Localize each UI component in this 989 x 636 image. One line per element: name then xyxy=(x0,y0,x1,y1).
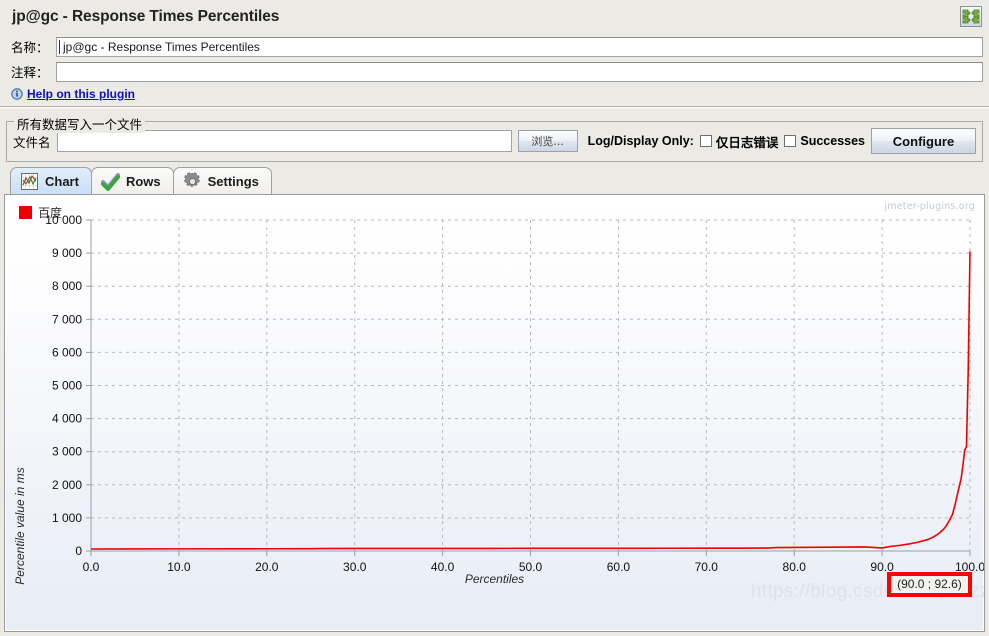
name-input-value: jp@gc - Response Times Percentiles xyxy=(63,39,260,54)
svg-text:3 000: 3 000 xyxy=(52,445,82,459)
svg-text:1 000: 1 000 xyxy=(52,511,82,525)
identification-form: 名称： jp@gc - Response Times Percentiles 注… xyxy=(0,34,989,103)
write-all-data-group: 所有数据写入一个文件 文件名 浏览... Log/Display Only: 仅… xyxy=(6,114,983,162)
text-caret xyxy=(59,39,60,54)
successes-checkbox-wrap[interactable]: Successes xyxy=(784,134,865,148)
filename-input[interactable] xyxy=(56,130,512,152)
percentiles-plot: 0 1 000 2 000 3 000 4 000 5 000 6 000 7 000 8 00… xyxy=(45,213,984,574)
comment-input[interactable] xyxy=(56,61,983,82)
errors-checkbox[interactable] xyxy=(699,135,712,147)
y-axis-title: Percentile value in ms xyxy=(13,467,27,585)
name-row: 名称： jp@gc - Response Times Percentiles xyxy=(6,34,983,59)
filename-label: 文件名 xyxy=(13,134,51,150)
svg-text:8 000: 8 000 xyxy=(52,279,82,293)
successes-checkbox[interactable] xyxy=(784,135,797,147)
tab-rows-label: Rows xyxy=(125,173,161,189)
svg-text:2 000: 2 000 xyxy=(52,478,82,492)
plugin-window: jp@gc - Response Times Percentiles 名称： j… xyxy=(0,0,989,636)
name-input[interactable]: jp@gc - Response Times Percentiles xyxy=(56,36,983,57)
svg-text:0: 0 xyxy=(75,544,82,558)
checkmark-icon xyxy=(100,172,120,191)
name-label: 名称： xyxy=(11,40,49,55)
chart-panel: 百度 jmeter-plugins.org 01 000 2 000 3 000 4 … xyxy=(4,194,985,632)
file-row: 文件名 浏览... Log/Display Only: 仅日志错误 Succes… xyxy=(13,128,976,154)
page-title: jp@gc - Response Times Percentiles xyxy=(12,8,280,25)
gear-icon xyxy=(183,171,200,187)
svg-text:10 000: 10 000 xyxy=(45,213,82,227)
comment-label: 注释： xyxy=(11,65,49,80)
configure-button[interactable]: Configure xyxy=(871,128,976,154)
data-point-tooltip: (90.0 ; 92.6) xyxy=(887,572,972,597)
chart-canvas: 百度 jmeter-plugins.org 01 000 2 000 3 000 4 … xyxy=(6,196,984,630)
tab-bar: Chart Rows Settings xyxy=(0,162,989,194)
svg-text:5 000: 5 000 xyxy=(52,379,82,393)
tab-rows[interactable]: Rows xyxy=(90,167,174,194)
tab-chart-label: Chart xyxy=(45,173,79,189)
help-on-this-plugin-link[interactable]: Help on this plugin xyxy=(27,87,135,101)
info-icon xyxy=(11,87,23,100)
tab-settings[interactable]: Settings xyxy=(172,167,272,194)
log-display-only-label: Log/Display Only: xyxy=(587,134,694,148)
file-section: 所有数据写入一个文件 文件名 浏览... Log/Display Only: 仅… xyxy=(0,108,989,162)
puzzle-icon[interactable] xyxy=(960,6,982,27)
comment-row: 注释： xyxy=(6,59,983,84)
errors-checkbox-label: 仅日志错误 xyxy=(715,134,779,150)
chart-icon xyxy=(21,172,38,190)
help-row: Help on this plugin xyxy=(6,84,983,103)
svg-text:4 000: 4 000 xyxy=(52,412,82,426)
tab-chart[interactable]: Chart xyxy=(10,167,92,194)
title-bar: jp@gc - Response Times Percentiles xyxy=(0,0,989,34)
svg-text:7 000: 7 000 xyxy=(52,312,82,326)
file-group-title: 所有数据写入一个文件 xyxy=(14,114,146,133)
errors-checkbox-wrap[interactable]: 仅日志错误 xyxy=(699,132,779,151)
successes-checkbox-label: Successes xyxy=(800,134,865,148)
svg-text:6 000: 6 000 xyxy=(52,345,82,359)
svg-text:9 000: 9 000 xyxy=(52,246,82,260)
tab-settings-label: Settings xyxy=(207,173,259,189)
browse-button[interactable]: 浏览... xyxy=(517,130,578,152)
